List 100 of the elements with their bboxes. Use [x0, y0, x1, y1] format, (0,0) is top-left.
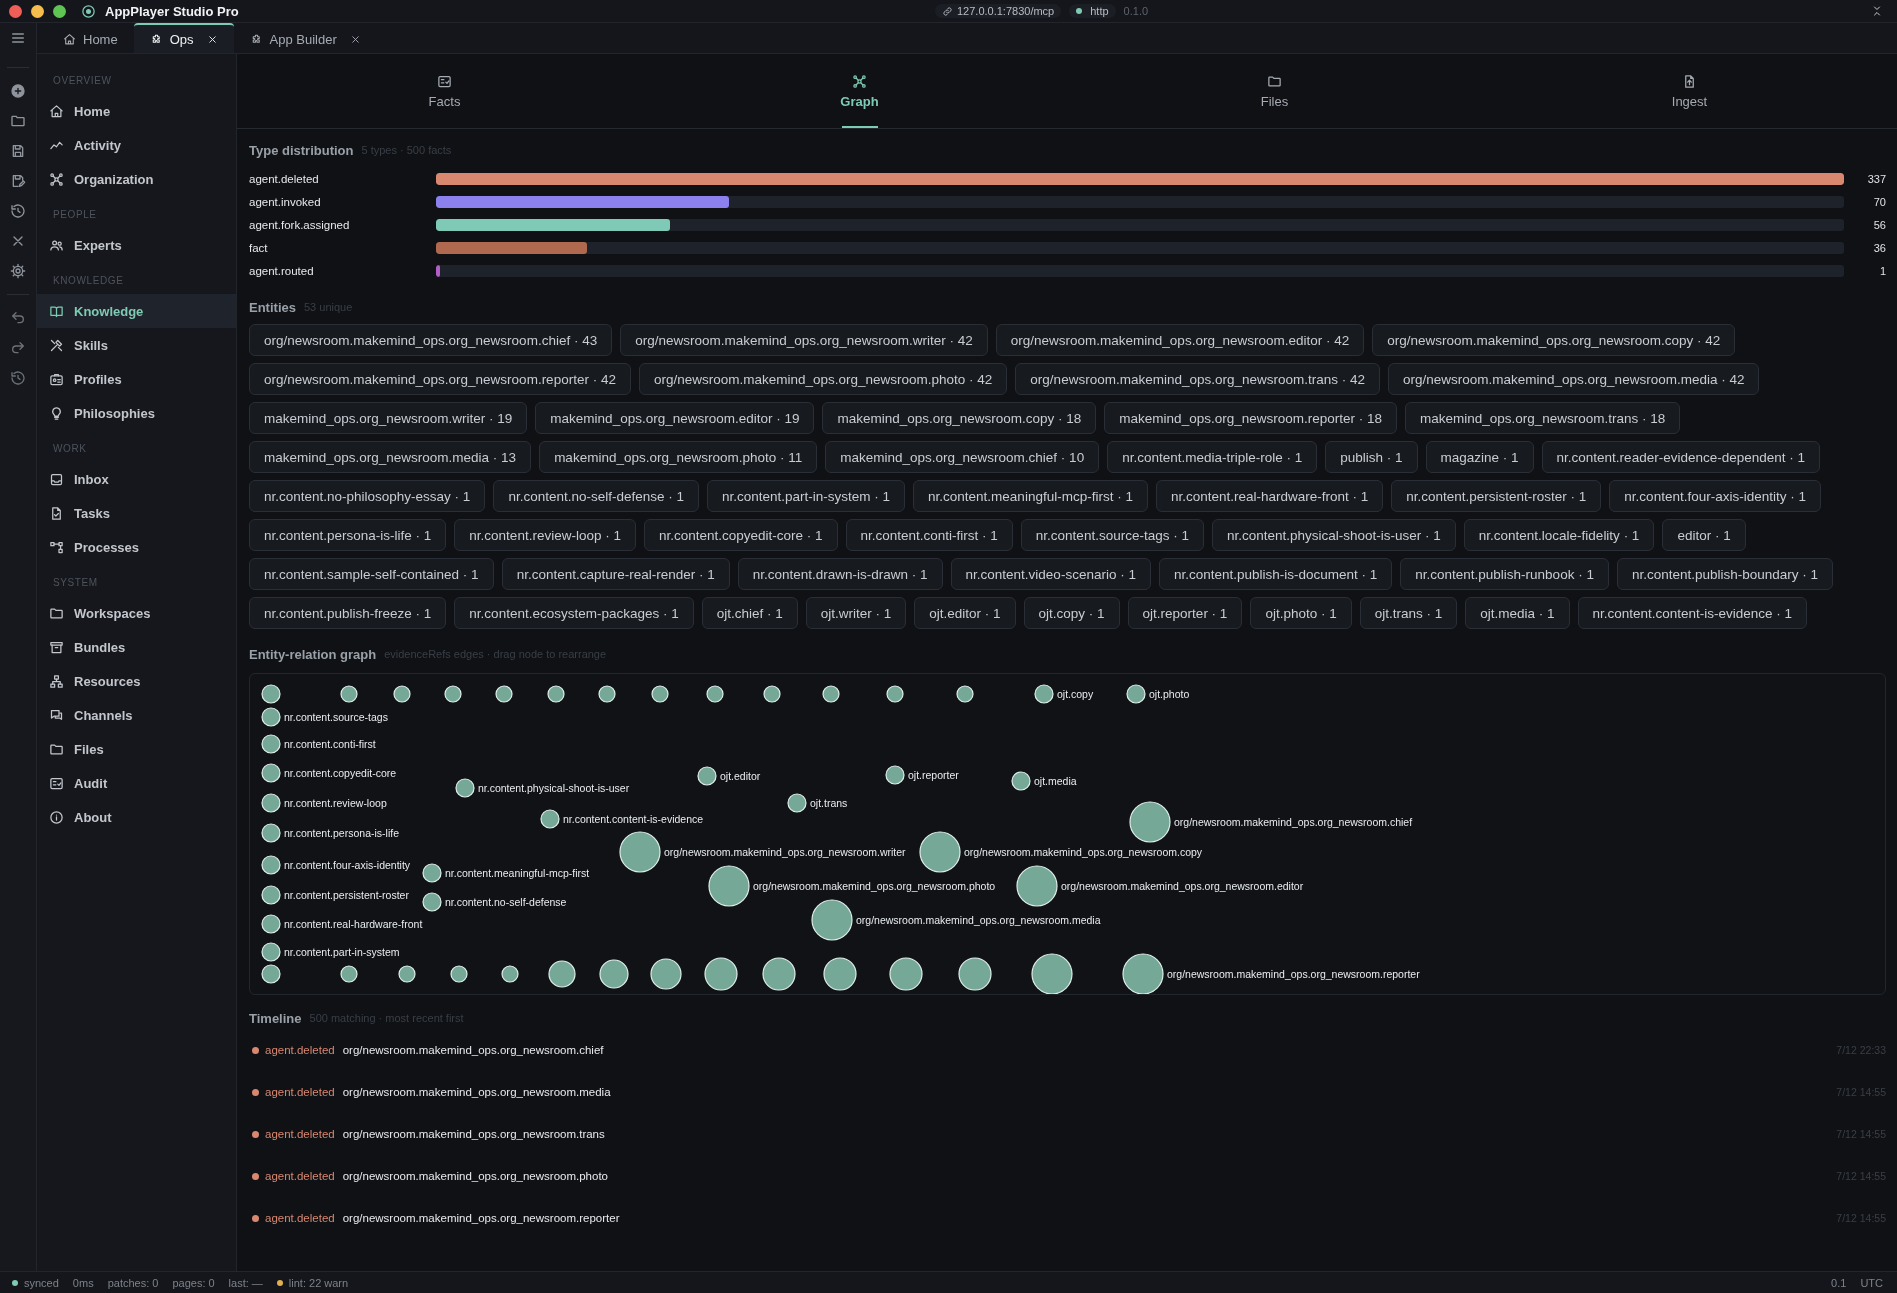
- sidebar-item[interactable]: Organization: [37, 162, 236, 196]
- entity-chip[interactable]: makemind_ops.org_newsroom.editor · 19: [535, 402, 815, 434]
- entity-chip[interactable]: org/newsroom.makemind_ops.org_newsroom.editor · 42: [995, 324, 1365, 356]
- entity-chip[interactable]: nr.content.content-is-evidence · 1: [1577, 597, 1808, 629]
- graph-node[interactable]: [261, 707, 281, 727]
- graph-node[interactable]: [1034, 684, 1054, 704]
- entity-chip[interactable]: nr.content.physical-shoot-is-user · 1: [1211, 519, 1456, 551]
- graph-node[interactable]: [708, 865, 750, 907]
- entity-chip[interactable]: editor · 1: [1662, 519, 1746, 551]
- entity-chip[interactable]: nr.content.persistent-roster · 1: [1391, 480, 1602, 512]
- save-edit-icon[interactable]: [10, 172, 26, 190]
- graph-node[interactable]: [763, 685, 781, 703]
- graph-node[interactable]: [956, 685, 974, 703]
- entity-chip[interactable]: makemind_ops.org_newsroom.media · 13: [249, 441, 532, 473]
- sidebar-item[interactable]: Workspaces: [37, 596, 236, 630]
- entity-chip[interactable]: ojt.trans · 1: [1359, 597, 1458, 629]
- entity-chip[interactable]: ojt.copy · 1: [1023, 597, 1120, 629]
- entity-chip[interactable]: makemind_ops.org_newsroom.reporter · 18: [1104, 402, 1397, 434]
- entity-chip[interactable]: ojt.writer · 1: [805, 597, 907, 629]
- entity-chip[interactable]: nr.content.sample-self-contained · 1: [249, 558, 494, 590]
- graph-node[interactable]: [889, 957, 923, 991]
- graph-node[interactable]: [547, 685, 565, 703]
- entity-chip[interactable]: nr.content.part-in-system · 1: [707, 480, 906, 512]
- sidebar-item[interactable]: Activity: [37, 128, 236, 162]
- entity-chip[interactable]: org/newsroom.makemind_ops.org_newsroom.reporter · 42: [249, 363, 631, 395]
- sidebar-item[interactable]: Inbox: [37, 462, 236, 496]
- sidebar-item[interactable]: Tasks: [37, 496, 236, 530]
- entity-chip[interactable]: makemind_ops.org_newsroom.chief · 10: [825, 441, 1100, 473]
- graph-node[interactable]: [704, 957, 738, 991]
- entity-chip[interactable]: nr.content.source-tags · 1: [1020, 519, 1204, 551]
- graph-node[interactable]: [619, 831, 661, 873]
- entity-chip[interactable]: makemind_ops.org_newsroom.photo · 11: [539, 441, 818, 473]
- entity-chip[interactable]: org/newsroom.makemind_ops.org_newsroom.photo · 42: [638, 363, 1008, 395]
- graph-node[interactable]: [495, 685, 513, 703]
- sidebar-item[interactable]: Experts: [37, 228, 236, 262]
- collapse-icon[interactable]: [1871, 5, 1883, 17]
- graph-node[interactable]: [261, 964, 281, 984]
- sidebar-item[interactable]: Bundles: [37, 630, 236, 664]
- graph-node[interactable]: [548, 960, 576, 988]
- entity-chip[interactable]: nr.content.video-scenario · 1: [950, 558, 1151, 590]
- entity-chip[interactable]: nr.content.persona-is-life · 1: [249, 519, 447, 551]
- sidebar-item[interactable]: Channels: [37, 698, 236, 732]
- entity-chip[interactable]: nr.content.four-axis-identity · 1: [1609, 480, 1821, 512]
- graph-node[interactable]: [501, 965, 519, 983]
- entity-chip[interactable]: nr.content.publish-runbook · 1: [1400, 558, 1609, 590]
- entity-chip[interactable]: nr.content.drawn-is-drawn · 1: [737, 558, 943, 590]
- tab[interactable]: App Builder: [233, 23, 377, 53]
- close-icon[interactable]: [349, 33, 361, 45]
- entity-chip[interactable]: nr.content.meaningful-mcp-first · 1: [913, 480, 1148, 512]
- entity-chip[interactable]: nr.content.publish-is-document · 1: [1158, 558, 1393, 590]
- graph-node[interactable]: [650, 958, 682, 990]
- plus-circle-icon[interactable]: [10, 82, 26, 100]
- graph-node[interactable]: [422, 892, 442, 912]
- graph-node[interactable]: [261, 942, 281, 962]
- graph-node[interactable]: [261, 684, 281, 704]
- graph-node[interactable]: [261, 855, 281, 875]
- graph-node[interactable]: [1011, 771, 1031, 791]
- entity-chip[interactable]: ojt.editor · 1: [914, 597, 1016, 629]
- graph-node[interactable]: [422, 863, 442, 883]
- entity-chip[interactable]: nr.content.locale-fidelity · 1: [1463, 519, 1655, 551]
- settings-icon[interactable]: [10, 262, 26, 280]
- sidebar-item[interactable]: Profiles: [37, 362, 236, 396]
- sidebar-item[interactable]: Skills: [37, 328, 236, 362]
- entity-chip[interactable]: nr.content.review-loop · 1: [454, 519, 636, 551]
- graph-node[interactable]: [598, 685, 616, 703]
- graph-node[interactable]: [455, 778, 475, 798]
- graph-node[interactable]: [261, 793, 281, 813]
- entity-chip[interactable]: magazine · 1: [1425, 441, 1534, 473]
- graph-node[interactable]: [787, 793, 807, 813]
- graph-node[interactable]: [1126, 684, 1146, 704]
- graph-node[interactable]: [1122, 953, 1164, 994]
- close-icon[interactable]: [206, 33, 218, 45]
- entity-chip[interactable]: ojt.reporter · 1: [1127, 597, 1243, 629]
- entity-chip[interactable]: nr.content.real-hardware-front · 1: [1155, 480, 1384, 512]
- graph-node[interactable]: [261, 823, 281, 843]
- tab[interactable]: Ops: [133, 23, 234, 53]
- entity-chip[interactable]: nr.content.capture-real-render · 1: [501, 558, 730, 590]
- entity-chip[interactable]: ojt.media · 1: [1465, 597, 1570, 629]
- graph-node[interactable]: [1016, 865, 1058, 907]
- graph-node[interactable]: [261, 734, 281, 754]
- entity-chip[interactable]: nr.content.ecosystem-packages · 1: [454, 597, 694, 629]
- entity-chip[interactable]: publish · 1: [1325, 441, 1418, 473]
- entity-chip[interactable]: nr.content.publish-freeze · 1: [249, 597, 447, 629]
- graph-node[interactable]: [1129, 801, 1171, 843]
- sidebar-item[interactable]: About: [37, 800, 236, 834]
- graph-node[interactable]: [811, 899, 853, 941]
- graph-node[interactable]: [958, 957, 992, 991]
- history-icon[interactable]: [10, 369, 26, 387]
- graph-node[interactable]: [261, 914, 281, 934]
- view-tab[interactable]: Graph: [652, 54, 1067, 128]
- graph-node[interactable]: [697, 766, 717, 786]
- graph-node[interactable]: [823, 957, 857, 991]
- sidebar-item[interactable]: Processes: [37, 530, 236, 564]
- entity-chip[interactable]: nr.content.media-triple-role · 1: [1107, 441, 1318, 473]
- graph-node[interactable]: [540, 809, 560, 829]
- graph-node[interactable]: [599, 959, 629, 989]
- sidebar-item[interactable]: Resources: [37, 664, 236, 698]
- graph-node[interactable]: [1031, 953, 1073, 994]
- view-tab[interactable]: Facts: [237, 54, 652, 128]
- entity-chip[interactable]: nr.content.no-philosophy-essay · 1: [249, 480, 486, 512]
